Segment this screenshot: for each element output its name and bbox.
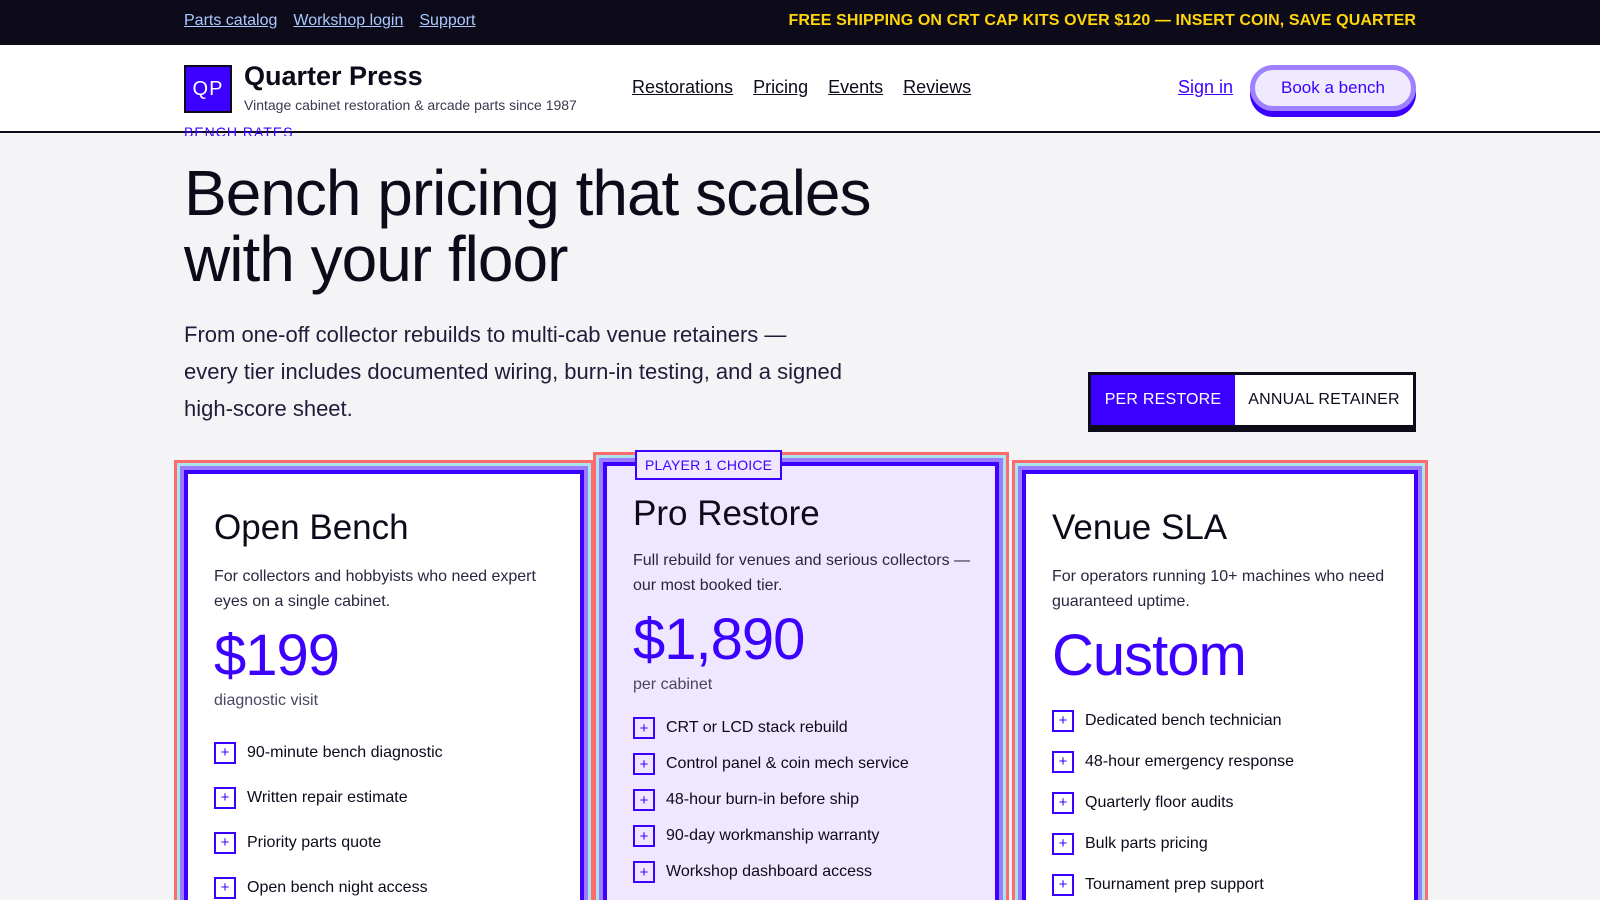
nav-events[interactable]: Events xyxy=(828,77,883,98)
feature-item: + CRT or LCD stack rebuild xyxy=(633,710,909,746)
feature-label: Quarterly floor audits xyxy=(1085,793,1234,811)
plus-icon: + xyxy=(214,831,236,854)
nav-restorations[interactable]: Restorations xyxy=(632,77,733,98)
feature-item: +48-hour emergency response xyxy=(1052,741,1294,782)
feature-label: Workshop dashboard access xyxy=(666,863,873,880)
plan-unit: diagnostic visit xyxy=(214,692,319,709)
workshop-login-link[interactable]: Workshop login xyxy=(293,12,403,30)
site-header: QP Quarter Press Vintage cabinet restora… xyxy=(0,45,1600,133)
plan-price: $1,890 xyxy=(633,607,805,672)
featured-badge: PLAYER 1 CHOICE xyxy=(635,450,783,480)
feature-item: + Control panel & coin mech service xyxy=(633,746,909,782)
feature-label: 90-minute bench diagnostic xyxy=(247,743,443,761)
parts-catalog-link[interactable]: Parts catalog xyxy=(184,12,277,30)
feature-item: + Priority parts quote xyxy=(214,820,443,865)
brand-tagline: Vintage cabinet restoration & arcade par… xyxy=(244,97,577,113)
utility-links: Parts catalog Workshop login Support xyxy=(184,12,475,30)
toggle-annual-retainer[interactable]: ANNUAL RETAINER xyxy=(1235,375,1413,425)
plus-icon: + xyxy=(214,741,236,764)
plan-name: Pro Restore xyxy=(633,494,820,533)
main-nav: Restorations Pricing Events Reviews xyxy=(632,77,971,98)
page-subtitle: From one-off collector rebuilds to multi… xyxy=(184,322,842,421)
plan-price: $199 xyxy=(214,623,340,688)
feature-label: Tournament prep support xyxy=(1085,875,1264,893)
feature-label: Written repair estimate xyxy=(247,788,408,806)
sign-in-link[interactable]: Sign in xyxy=(1178,77,1233,98)
feature-list: + Dedicated bench technician +48-hour eme… xyxy=(1052,700,1294,900)
feature-item: + Quarterly floor audits xyxy=(1052,782,1294,823)
plus-icon: + xyxy=(1052,709,1074,732)
feature-label: CRT or LCD stack rebuild xyxy=(666,719,848,736)
feature-item: + Workshop dashboard access xyxy=(633,854,909,890)
feature-item: + Written repair estimate xyxy=(214,775,443,820)
page-title: Bench pricing that scales with your floo… xyxy=(184,157,872,295)
plus-icon: + xyxy=(633,861,655,883)
book-bench-button[interactable]: Book a bench xyxy=(1250,65,1416,111)
plan-unit: per cabinet xyxy=(633,676,713,693)
feature-label: 90-day workmanship warranty xyxy=(666,827,880,844)
feature-item: + Tournament prep support xyxy=(1052,864,1294,900)
nav-reviews[interactable]: Reviews xyxy=(903,77,971,98)
plan-description: Full rebuild for venues and serious coll… xyxy=(633,552,971,594)
billing-toggle: PER RESTORE ANNUAL RETAINER xyxy=(1088,372,1416,432)
plan-description: For collectors and hobbyists who need ex… xyxy=(214,568,536,610)
logo-icon[interactable]: QP xyxy=(184,65,232,113)
nav-pricing[interactable]: Pricing xyxy=(753,77,808,98)
plan-card-pro-restore: PLAYER 1 CHOICE Pro Restore Full rebuild… xyxy=(603,450,999,900)
plus-icon: + xyxy=(1052,750,1074,773)
feature-list: +90-minute bench diagnostic + Written rep… xyxy=(214,730,443,900)
plus-icon: + xyxy=(1052,873,1074,896)
plus-icon: + xyxy=(214,876,236,899)
plan-name: Venue SLA xyxy=(1052,508,1228,547)
feature-label: 48-hour emergency response xyxy=(1085,752,1295,770)
plus-icon: + xyxy=(633,825,655,847)
feature-label: 48-hour burn-in before ship xyxy=(666,791,860,808)
plan-card-venue-sla: Venue SLA For operators running 10+ mach… xyxy=(1022,470,1418,900)
feature-item: + Bulk parts pricing xyxy=(1052,823,1294,864)
toggle-per-restore[interactable]: PER RESTORE xyxy=(1091,375,1235,425)
brand-name[interactable]: Quarter Press xyxy=(244,61,423,92)
section-eyebrow: BENCH RATES xyxy=(184,124,294,136)
feature-label: Control panel & coin mech service xyxy=(666,755,909,772)
top-bar: Parts catalog Workshop login Support FRE… xyxy=(0,0,1600,45)
feature-item: +48-hour burn-in before ship xyxy=(633,782,909,818)
support-link[interactable]: Support xyxy=(419,12,475,30)
plan-card-open-bench: Open Bench For collectors and hobbyists … xyxy=(184,470,584,900)
promo-banner: FREE SHIPPING ON CRT CAP KITS OVER $120 … xyxy=(788,12,1416,29)
feature-item: + Dedicated bench technician xyxy=(1052,700,1294,741)
feature-label: Open bench night access xyxy=(247,878,428,896)
plus-icon: + xyxy=(1052,791,1074,814)
plus-icon: + xyxy=(1052,832,1074,855)
feature-item: + Open bench night access xyxy=(214,865,443,900)
feature-label: Bulk parts pricing xyxy=(1085,834,1208,852)
plan-price: Custom xyxy=(1052,623,1247,688)
plus-icon: + xyxy=(214,786,236,809)
feature-label: Priority parts quote xyxy=(247,833,382,851)
feature-item: +90-minute bench diagnostic xyxy=(214,730,443,775)
plus-icon: + xyxy=(633,717,655,739)
plus-icon: + xyxy=(633,789,655,811)
feature-label: Dedicated bench technician xyxy=(1085,711,1282,729)
plan-description: For operators running 10+ machines who n… xyxy=(1052,568,1385,610)
plus-icon: + xyxy=(633,753,655,775)
plan-name: Open Bench xyxy=(214,508,409,547)
feature-list: + CRT or LCD stack rebuild + Control panel… xyxy=(633,710,909,890)
feature-item: +90-day workmanship warranty xyxy=(633,818,909,854)
